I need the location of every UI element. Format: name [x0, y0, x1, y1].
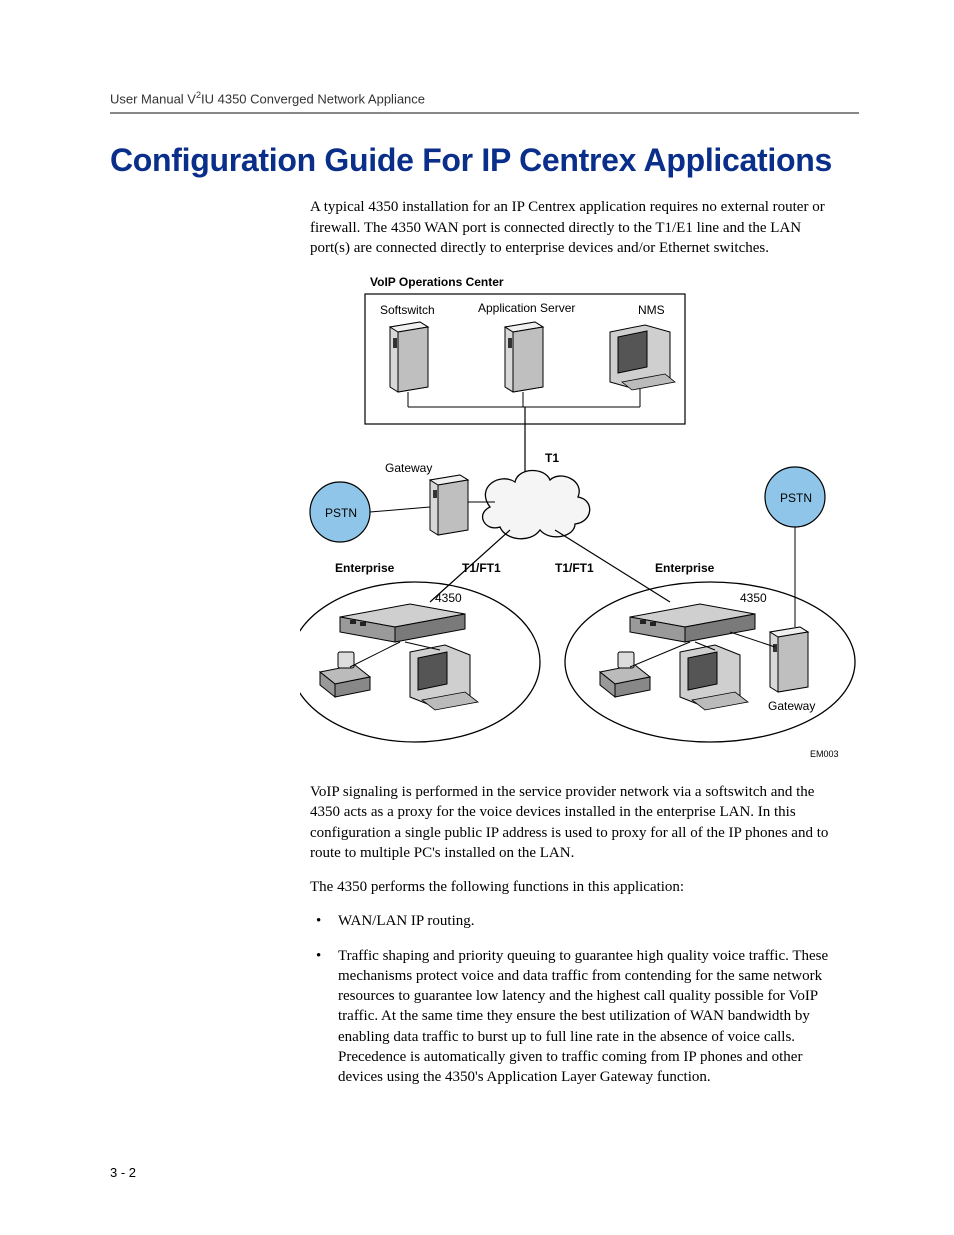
- running-head-prefix: User Manual V: [110, 91, 196, 106]
- network-diagram: VoIP Operations Center Softswitch Applic…: [300, 272, 860, 772]
- intro-paragraph: A typical 4350 installation for an IP Ce…: [310, 197, 840, 258]
- gateway-left-icon: [430, 475, 468, 535]
- bullet-1: WAN/LAN IP routing.: [310, 911, 840, 931]
- header-rule: [110, 112, 859, 114]
- bullet-2: Traffic shaping and priority queuing to …: [310, 946, 840, 1088]
- pstn-left-label: PSTN: [325, 506, 357, 520]
- gateway-right-icon: [770, 627, 808, 692]
- pc-left-icon: [410, 645, 478, 710]
- softswitch-label: Softswitch: [380, 303, 435, 317]
- pc-right-icon: [680, 645, 748, 710]
- phone-left-icon: [320, 652, 370, 697]
- gateway-label-left: Gateway: [385, 461, 432, 475]
- para3: The 4350 performs the following function…: [310, 877, 840, 897]
- device-4350-right-label: 4350: [740, 591, 767, 605]
- enterprise-left-label: Enterprise: [335, 561, 395, 575]
- t1ft1-left-label: T1/FT1: [462, 561, 501, 575]
- t1ft1-right-label: T1/FT1: [555, 561, 594, 575]
- softswitch-icon: [390, 322, 428, 392]
- nms-label: NMS: [638, 303, 665, 317]
- para2: VoIP signaling is performed in the servi…: [310, 782, 840, 863]
- running-header: User Manual V2IU 4350 Converged Network …: [110, 90, 859, 106]
- figure-id: EM003: [810, 749, 839, 759]
- pstn-left-line: [370, 507, 430, 512]
- enterprise-right-label: Enterprise: [655, 561, 715, 575]
- cloud-icon: [483, 471, 590, 539]
- running-head-suffix: IU 4350 Converged Network Appliance: [201, 91, 425, 106]
- t1-label: T1: [545, 451, 559, 465]
- nms-icon: [610, 325, 675, 390]
- app-server-label: Application Server: [478, 301, 575, 315]
- page-title: Configuration Guide For IP Centrex Appli…: [110, 142, 859, 179]
- app-server-icon: [505, 322, 543, 392]
- gateway-label-right: Gateway: [768, 699, 815, 713]
- page-number: 3 - 2: [110, 1165, 136, 1180]
- device-4350-left-label: 4350: [435, 591, 462, 605]
- pstn-right-label: PSTN: [780, 491, 812, 505]
- device-4350-right-icon: [630, 604, 755, 642]
- voip-center-label: VoIP Operations Center: [370, 275, 504, 289]
- intro-block: A typical 4350 installation for an IP Ce…: [310, 197, 840, 258]
- function-list: WAN/LAN IP routing. Traffic shaping and …: [310, 911, 840, 1087]
- body-after-diagram: VoIP signaling is performed in the servi…: [310, 782, 840, 1087]
- device-4350-left-icon: [340, 604, 465, 642]
- phone-right-icon: [600, 652, 650, 697]
